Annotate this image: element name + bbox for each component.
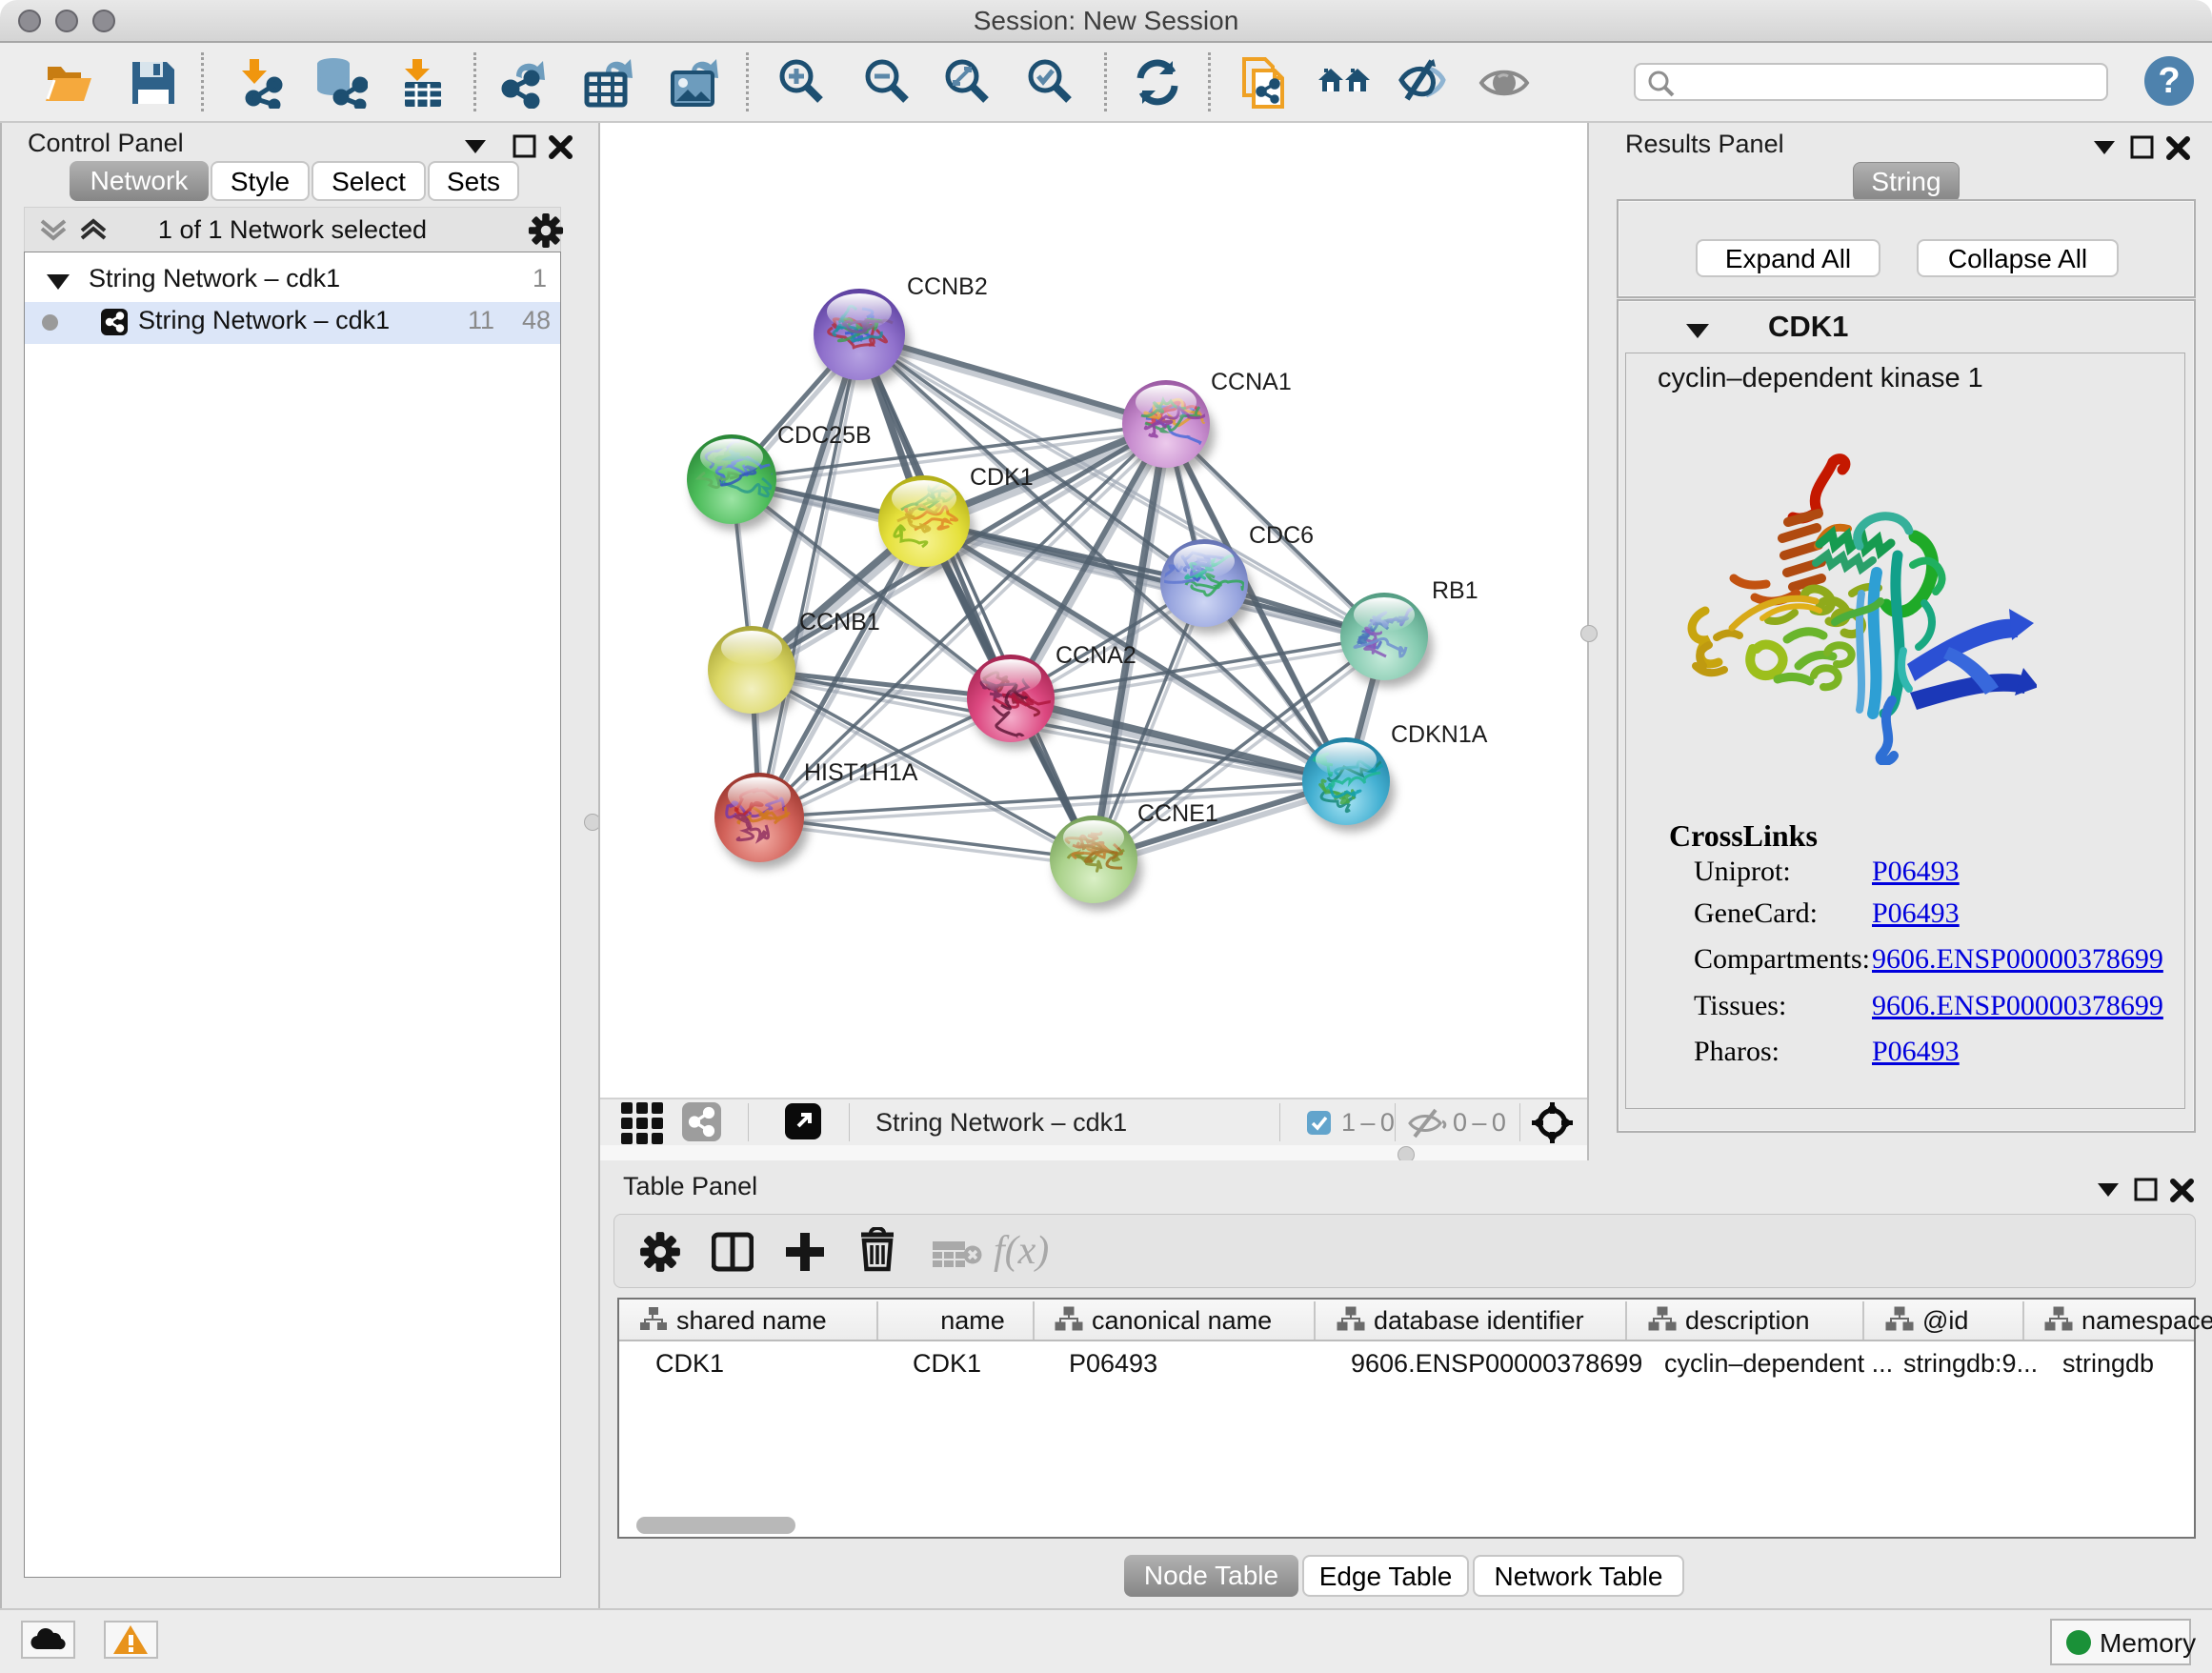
svg-text:CDC25B: CDC25B <box>777 422 872 449</box>
svg-text:CCNB1: CCNB1 <box>799 609 880 635</box>
svg-text:CCNA2: CCNA2 <box>1056 642 1136 669</box>
svg-text:CCNB2: CCNB2 <box>907 273 988 300</box>
svg-text:CDK1: CDK1 <box>970 464 1034 491</box>
svg-text:CDC6: CDC6 <box>1249 522 1314 549</box>
svg-text:CCNE1: CCNE1 <box>1137 800 1218 827</box>
svg-text:HIST1H1A: HIST1H1A <box>804 759 918 786</box>
svg-text:CCNA1: CCNA1 <box>1211 369 1292 395</box>
svg-text:CDKN1A: CDKN1A <box>1391 721 1488 748</box>
svg-text:RB1: RB1 <box>1432 577 1478 604</box>
